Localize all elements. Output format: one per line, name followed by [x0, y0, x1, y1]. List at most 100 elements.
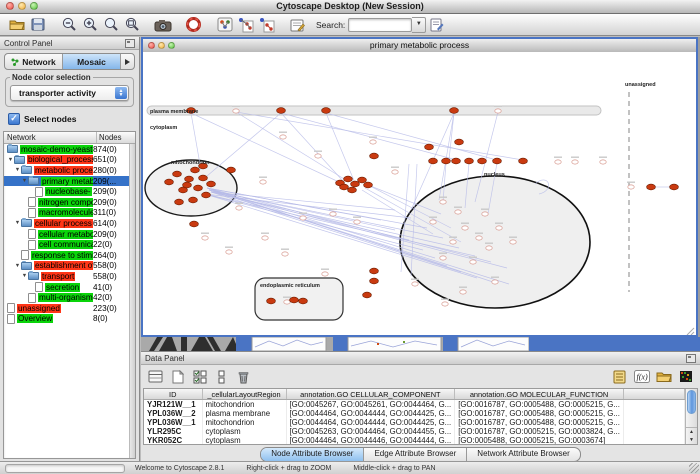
gene-node-small[interactable]	[440, 200, 446, 204]
gene-node[interactable]	[322, 108, 331, 114]
maximize-button[interactable]	[30, 2, 38, 10]
attribute-editor-pad-icon[interactable]	[610, 368, 629, 385]
tree-row[interactable]: ▼metabolic process280(0)	[4, 165, 129, 176]
gene-node-small[interactable]	[440, 256, 446, 260]
gene-node[interactable]	[199, 175, 208, 181]
gene-node[interactable]	[267, 298, 276, 304]
gene-node-small[interactable]	[495, 109, 501, 113]
gene-node[interactable]	[478, 158, 487, 164]
matrix-view-icon[interactable]	[676, 368, 695, 385]
gene-node-small[interactable]	[300, 216, 306, 220]
gene-node-small[interactable]	[280, 135, 286, 139]
tree-row[interactable]: multi-organism pro42(0)	[4, 292, 129, 303]
gene-node-small[interactable]	[572, 160, 578, 164]
window-resize-grip[interactable]	[689, 463, 699, 473]
gene-node[interactable]	[364, 182, 373, 188]
table-vertical-scrollbar[interactable]: ▲▼	[685, 389, 697, 444]
gene-node[interactable]	[363, 292, 372, 298]
table-column-header[interactable]: annotation.GO CELLULAR_COMPONENT	[286, 389, 455, 400]
tree-row[interactable]: Overview8(0)	[4, 314, 129, 325]
gene-node[interactable]	[175, 199, 184, 205]
background-window-frame[interactable]	[236, 337, 252, 351]
gene-node[interactable]	[207, 181, 216, 187]
gene-node[interactable]	[202, 192, 211, 198]
gene-node[interactable]	[455, 139, 464, 145]
zoom-out-icon[interactable]	[58, 16, 79, 34]
background-window-frame[interactable]	[529, 337, 700, 351]
tree-row[interactable]: nitrogen compo209(0)	[4, 197, 129, 208]
gene-node-small[interactable]	[455, 210, 461, 214]
import-attributes-icon[interactable]	[654, 368, 673, 385]
tree-row[interactable]: macromolecule311(0)	[4, 208, 129, 219]
network-canvas[interactable]: plasma membrane cytoplasm mitochondrion …	[143, 52, 696, 335]
select-nodes-checkbox[interactable]: ✓	[8, 113, 20, 125]
table-row[interactable]: YKR052Ccytoplasm[GO:0044464, GO:0044446,…	[144, 436, 685, 445]
tree-expand-icon[interactable]: ▼	[21, 176, 28, 186]
canvas-resize-grip[interactable]	[687, 328, 694, 335]
zoom-fit-all-icon[interactable]	[121, 16, 142, 34]
gene-node[interactable]	[647, 184, 656, 190]
gene-node-small[interactable]	[330, 212, 336, 216]
gene-node[interactable]	[348, 187, 357, 193]
unselect-attributes-icon[interactable]	[212, 368, 231, 385]
gene-node-small[interactable]	[260, 180, 266, 184]
zoom-selected-region-icon[interactable]	[100, 16, 121, 34]
background-window-frame[interactable]	[333, 337, 348, 351]
table-row[interactable]: YJR121W__1mitochondrion[GO:0045267, GO:0…	[144, 400, 685, 410]
background-window-canvas[interactable]	[348, 337, 441, 351]
gene-node-small[interactable]	[492, 280, 498, 284]
delete-attribute-icon[interactable]	[234, 368, 253, 385]
gene-node[interactable]	[185, 176, 194, 182]
gene-node-small[interactable]	[460, 290, 466, 294]
create-network-from-selected-nodes-all-edges-icon[interactable]	[235, 16, 256, 34]
tab-network-attribute-browser[interactable]: Network Attribute Browser	[467, 448, 579, 461]
table-row[interactable]: YPL036W__2plasma membrane[GO:0044464, GO…	[144, 409, 685, 418]
gene-node-small[interactable]	[442, 302, 448, 306]
tab-scroll-right-button[interactable]	[121, 54, 134, 69]
open-file-icon[interactable]	[6, 16, 27, 34]
gene-node-small[interactable]	[236, 206, 242, 210]
attribute-table-icon[interactable]	[146, 368, 165, 385]
gene-node[interactable]	[344, 176, 353, 182]
gene-node[interactable]	[194, 185, 203, 191]
gene-node[interactable]	[340, 184, 349, 190]
gene-node[interactable]	[358, 177, 367, 183]
gene-node[interactable]	[519, 158, 528, 164]
gene-node[interactable]	[442, 158, 451, 164]
gene-node-small[interactable]	[322, 272, 328, 276]
tree-row[interactable]: unassigned223(0)	[4, 303, 129, 314]
gene-node-small[interactable]	[282, 252, 288, 256]
export-network-image-icon[interactable]	[152, 16, 173, 34]
gene-node[interactable]	[425, 144, 434, 150]
table-row[interactable]: YPL036W__1mitochondrion[GO:0044464, GO:0…	[144, 418, 685, 427]
gene-node[interactable]	[429, 158, 438, 164]
function-builder-icon[interactable]: f(x)	[632, 368, 651, 385]
tree-row[interactable]: cell communicat22(0)	[4, 239, 129, 250]
network-maximize-button[interactable]	[168, 42, 175, 49]
table-column-header[interactable]: annotation.GO MOLECULAR_FUNCTION	[455, 389, 624, 400]
tab-mosaic[interactable]: Mosaic	[63, 54, 121, 69]
tree-expand-icon[interactable]: ▼	[21, 271, 28, 281]
gene-node[interactable]	[183, 182, 192, 188]
gene-node[interactable]	[450, 108, 459, 114]
gene-node[interactable]	[452, 158, 461, 164]
gene-node-small[interactable]	[450, 240, 456, 244]
create-network-from-selected-nodes-selected-edges-icon[interactable]	[256, 16, 277, 34]
gene-node-small[interactable]	[370, 140, 376, 144]
tree-row[interactable]: response to stimul264(0)	[4, 250, 129, 261]
search-input[interactable]	[348, 18, 412, 32]
scrollbar-thumb[interactable]	[687, 390, 696, 414]
gene-node-small[interactable]	[628, 185, 634, 189]
gene-node-small[interactable]	[486, 246, 492, 250]
gene-node-small[interactable]	[482, 212, 488, 216]
gene-node[interactable]	[190, 221, 199, 227]
tree-row[interactable]: mosaic-demo-yeast874(0)	[4, 144, 129, 155]
network-graph[interactable]: plasma membrane cytoplasm mitochondrion …	[143, 52, 696, 335]
minimize-button[interactable]	[18, 2, 26, 10]
gene-node-small[interactable]	[555, 160, 561, 164]
gene-node-small[interactable]	[412, 282, 418, 286]
scroll-down-icon[interactable]: ▼	[686, 436, 697, 444]
scrollbar-arrows[interactable]: ▲▼	[686, 427, 697, 444]
close-button[interactable]	[6, 2, 14, 10]
gene-node[interactable]	[670, 184, 679, 190]
